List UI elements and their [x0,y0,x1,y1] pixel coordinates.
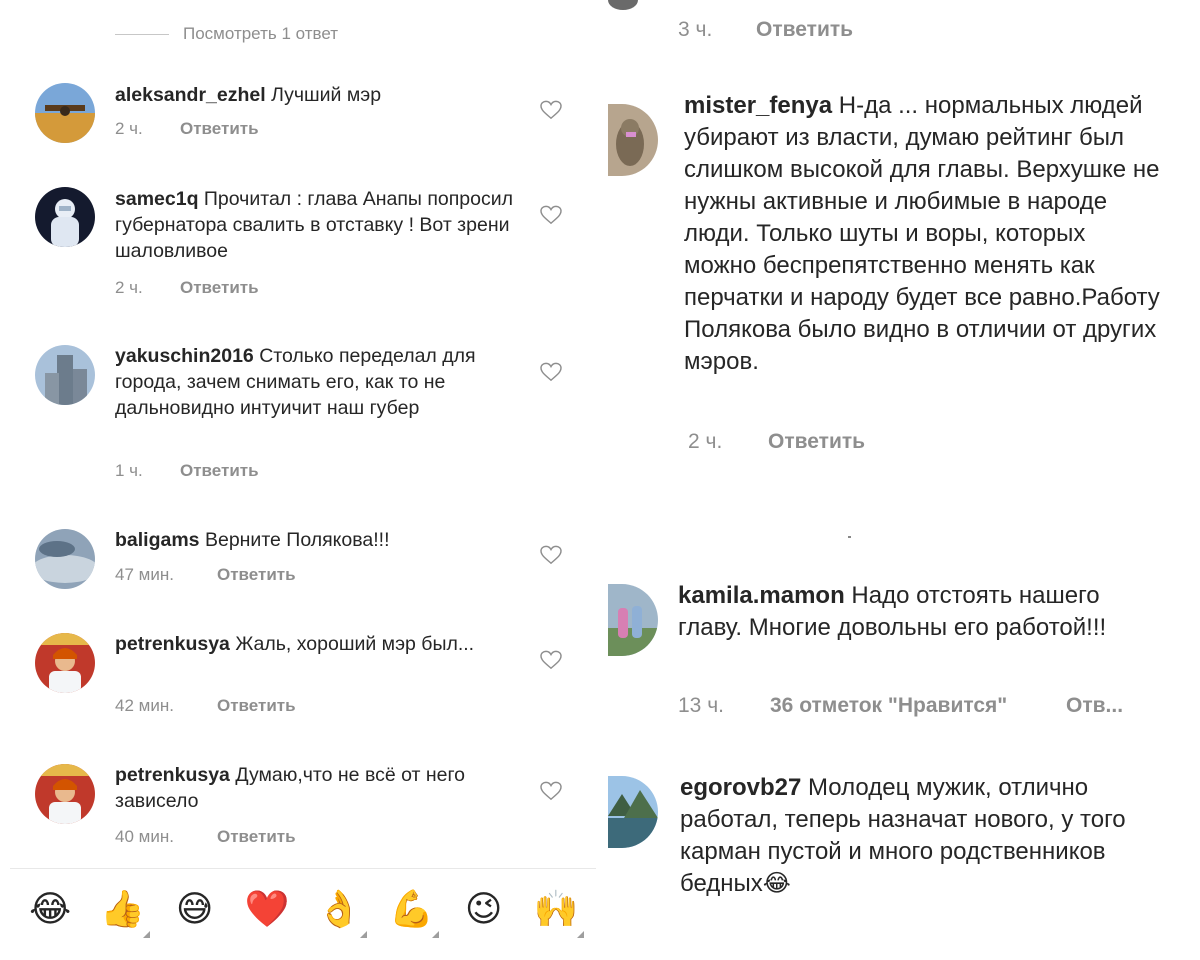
emoji-glyph: 👍 [99,888,145,930]
comment-meta: 2 ч. Ответить [115,119,259,139]
comment-body: Н-да ... нормальных людей убирают из вла… [684,92,1160,375]
comment-body: Жаль, хороший мэр был... [235,633,475,655]
comment-text: kamila.mamon Надо отстоять нашего главу.… [678,580,1168,644]
comment-username[interactable]: petrenkusya [115,764,230,786]
comment-username[interactable]: yakuschin2016 [115,345,254,367]
reply-button[interactable]: Ответить [756,18,853,42]
reply-button[interactable]: Ответить [180,278,259,298]
comment-meta: 47 мин. Ответить [115,565,296,585]
avatar[interactable] [608,0,638,10]
emoji-muscle-button[interactable]: 💪 [385,888,440,938]
comment-body: Лучший мэр [271,84,382,106]
comment-username[interactable]: samec1q [115,188,198,210]
comment-username[interactable]: aleksandr_ezhel [115,84,266,106]
reply-button[interactable]: Ответить [217,827,296,847]
avatar[interactable] [35,764,95,824]
emoji-wink-button[interactable]: 😉 [458,888,510,930]
comment-time: 13 ч. [678,694,724,717]
emoji-quick-reactions-bar: 😂 👍 😅 ❤️ 👌 💪 😉 🙌 [10,868,596,950]
avatar[interactable] [35,345,95,405]
comment-meta: 40 мин. Ответить [115,827,296,847]
emoji-glyph: 🙌 [533,888,579,930]
comment-meta: 2 ч. Ответить [115,278,259,298]
avatar[interactable] [35,83,95,143]
comment-text: egorovb27 Молодец мужик, отлично работал… [680,772,1170,900]
right-screenshot-panel: 3 ч. Ответить mister_fenya Н-да ... норм… [600,0,1200,960]
reply-button[interactable]: Ответить [217,565,296,585]
skin-tone-indicator-icon [143,930,151,938]
emoji-sweat-smile-button[interactable]: 😅 [169,888,221,930]
comment-time: 47 мин. [115,565,174,584]
reply-button[interactable]: Ответить [180,119,259,139]
comment-username[interactable]: egorovb27 [680,774,801,801]
comment-text: aleksandr_ezhel Лучший мэр [115,82,525,108]
emoji-glyph: ❤️ [244,888,290,930]
comment-meta: 2 ч. Ответить [688,430,865,454]
emoji-glyph: 😅 [175,888,214,930]
comment-text: yakuschin2016 Столько переделал для горо… [115,343,525,421]
heart-icon[interactable] [540,650,562,670]
comment-meta: 1 ч. Ответить [115,461,259,481]
comment-meta: 13 ч. 36 отметок "Нравится" Отв... [678,694,1123,718]
comment-time: 2 ч. [688,430,723,453]
emoji-joy-button[interactable]: 😂 [24,888,76,930]
view-replies-label: Посмотреть 1 ответ [183,24,339,43]
comment-text: samec1q Прочитал : глава Анапы попросил … [115,186,525,264]
comment-time: 2 ч. [115,278,143,297]
avatar[interactable] [35,529,95,589]
view-replies-button[interactable]: Посмотреть 1 ответ [115,24,338,44]
avatar[interactable] [608,776,658,848]
reply-button[interactable]: Отв... [1066,694,1123,718]
emoji-glyph: 👌 [316,888,362,930]
comment-text: baligams Верните Полякова!!! [115,527,525,553]
comment-time: 3 ч. [678,18,713,41]
comment-username[interactable]: petrenkusya [115,633,230,655]
heart-icon[interactable] [540,205,562,225]
comment-username[interactable]: mister_fenya [684,92,832,119]
emoji-glyph: 💪 [388,888,434,930]
emoji-ok-hand-button[interactable]: 👌 [313,888,368,938]
avatar[interactable] [35,633,95,693]
comment-text: petrenkusya Думаю,что не всё от него зав… [115,762,525,814]
reply-button[interactable]: Ответить [768,430,865,454]
comment-meta: 3 ч. Ответить [678,18,853,42]
likes-count[interactable]: 36 отметок "Нравится" [770,694,1066,718]
comment-username[interactable]: kamila.mamon [678,582,845,609]
emoji-glyph: 😉 [464,888,503,930]
comment-body: Верните Полякова!!! [204,529,390,551]
comment-time: 2 ч. [115,119,143,138]
heart-icon[interactable] [540,781,562,801]
comment-text: petrenkusya Жаль, хороший мэр был... [115,631,525,657]
skin-tone-indicator-icon [360,930,368,938]
heart-icon[interactable] [540,545,562,565]
avatar[interactable] [608,584,658,656]
comment-text: mister_fenya Н-да ... нормальных людей у… [684,90,1164,378]
emoji-thumbs-up-button[interactable]: 👍 [96,888,151,938]
emoji-glyph: 😂 [29,888,72,930]
comment-username[interactable]: baligams [115,529,200,551]
reply-button[interactable]: Ответить [180,461,259,481]
comment-time: 40 мин. [115,827,174,846]
heart-icon[interactable] [540,362,562,382]
comment-meta: 42 мин. Ответить [115,696,296,716]
comment-time: 42 мин. [115,696,174,715]
left-screenshot-panel: Посмотреть 1 ответ aleksandr_ezhel Лучши… [0,0,596,960]
avatar[interactable] [35,187,95,247]
view-replies-line [115,33,169,35]
skin-tone-indicator-icon [432,930,440,938]
reply-button[interactable]: Ответить [217,696,296,716]
emoji-heart-button[interactable]: ❤️ [241,888,293,930]
heart-icon[interactable] [540,100,562,120]
emoji-raised-hands-button[interactable]: 🙌 [530,888,584,938]
avatar[interactable] [608,104,658,176]
skin-tone-indicator-icon [576,930,584,938]
divider-dot [848,536,851,538]
comment-time: 1 ч. [115,461,143,480]
